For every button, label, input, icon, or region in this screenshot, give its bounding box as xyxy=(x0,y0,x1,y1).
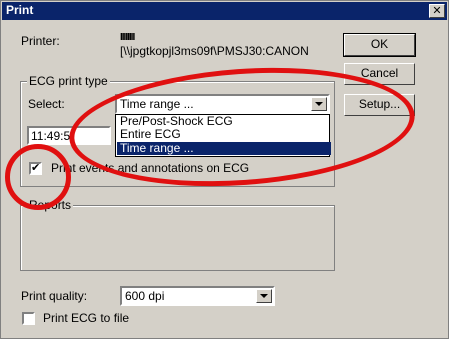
reports-group xyxy=(20,205,335,271)
chevron-down-icon[interactable] xyxy=(256,289,272,303)
ecg-print-type-legend: ECG print type xyxy=(27,74,110,88)
select-label: Select: xyxy=(28,97,65,111)
title-bar: Print ✕ xyxy=(2,2,447,20)
print-quality-select[interactable]: 600 dpi xyxy=(120,286,275,306)
print-to-file-label: Print ECG to file xyxy=(43,311,130,325)
ok-button[interactable]: OK xyxy=(343,33,416,57)
print-to-file-checkbox[interactable] xyxy=(22,312,35,325)
print-quality-value: 600 dpi xyxy=(125,289,165,303)
printer-name-line2: [\\jpgtkopjl3ms09f\PMSJ30:CANON xyxy=(120,44,309,58)
time-value: 11:49:5 xyxy=(31,129,71,143)
printer-label: Printer: xyxy=(21,34,60,48)
printer-name-line1: IIIIIIII xyxy=(120,32,135,43)
window-title: Print xyxy=(6,3,34,17)
red-circle-annotation xyxy=(5,144,71,210)
print-dialog: Print ✕ Printer: IIIIIIII [\\jpgtkopjl3m… xyxy=(0,0,449,339)
print-quality-label: Print quality: xyxy=(21,289,88,303)
close-button[interactable]: ✕ xyxy=(429,4,445,18)
